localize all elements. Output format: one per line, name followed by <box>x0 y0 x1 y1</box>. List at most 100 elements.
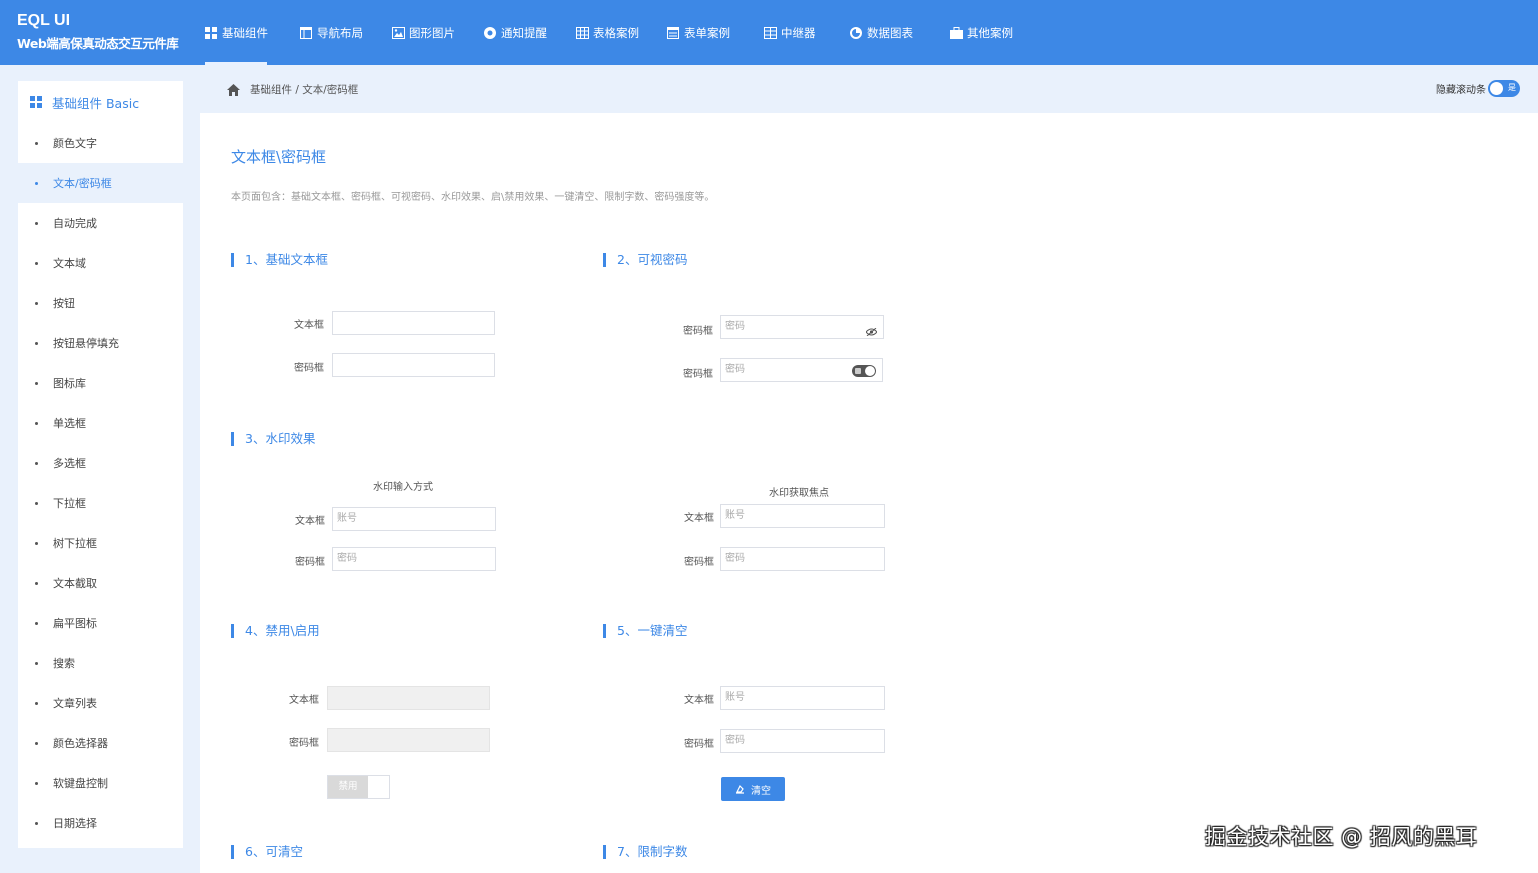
section-title: 7、限制字数 <box>603 844 687 860</box>
section-title: 4、禁用\启用 <box>231 623 320 639</box>
clearable-password-input[interactable]: 密码 <box>720 729 885 753</box>
layout-icon <box>300 26 312 39</box>
sidebar-item-textarea[interactable]: 文本域 <box>18 243 183 283</box>
sidebar-item-label: 按钮悬停填充 <box>53 337 119 350</box>
sidebar-item-select[interactable]: 下拉框 <box>18 483 183 523</box>
disable-toggle-button[interactable]: 禁用 <box>327 775 390 799</box>
field-label: 文本框 <box>684 513 714 524</box>
scroll-toggle[interactable]: 是 <box>1488 80 1520 97</box>
sidebar-item-checkbox[interactable]: 多选框 <box>18 443 183 483</box>
scroll-toggle-label: 隐藏滚动条 <box>1436 85 1486 96</box>
toggle-mark <box>855 368 861 374</box>
sidebar-item-label: 文本/密码框 <box>53 177 112 190</box>
field-label: 密码框 <box>684 557 714 568</box>
nav-item-basic[interactable]: 基础组件 <box>205 0 268 65</box>
input-placeholder: 密码 <box>337 553 357 564</box>
watermark-password-input[interactable]: 密码 <box>332 547 496 571</box>
clearable-text-input[interactable]: 账号 <box>720 686 885 710</box>
sidebar-item-autocomplete[interactable]: 自动完成 <box>18 203 183 243</box>
sidebar-item-label: 颜色文字 <box>53 137 97 150</box>
form-icon <box>667 26 679 39</box>
breadcrumb-bar: 基础组件 / 文本/密码框 隐藏滚动条 是 <box>200 65 1538 113</box>
sidebar-item-color-picker[interactable]: 颜色选择器 <box>18 723 183 763</box>
sidebar-item-label: 树下拉框 <box>53 537 97 550</box>
sidebar-item-text-truncate[interactable]: 文本截取 <box>18 563 183 603</box>
sidebar-item-date-picker[interactable]: 日期选择 <box>18 803 183 843</box>
sidebar-item-search[interactable]: 搜索 <box>18 643 183 683</box>
nav-item-repeater[interactable]: 中继器 <box>764 0 816 65</box>
section-title: 6、可清空 <box>231 844 303 860</box>
toggle-knob <box>1490 82 1503 95</box>
clear-button[interactable]: 清空 <box>721 777 785 801</box>
table-icon <box>576 26 589 39</box>
nav-item-notify[interactable]: 通知提醒 <box>484 0 547 65</box>
home-icon[interactable] <box>227 83 240 96</box>
sidebar-item-label: 软键盘控制 <box>53 777 108 790</box>
password-input[interactable] <box>332 353 495 377</box>
sidebar-item-icons[interactable]: 图标库 <box>18 363 183 403</box>
site-watermark: 掘金技术社区 @ 招风的黑耳 <box>1205 825 1478 849</box>
disabled-text-input[interactable] <box>327 686 490 710</box>
sidebar-item-label: 文本域 <box>53 257 86 270</box>
visible-password-input[interactable]: 密码 <box>720 315 884 339</box>
sidebar-item-tree-select[interactable]: 树下拉框 <box>18 523 183 563</box>
brand: EQL UI Web端高保真动态交互元件库 <box>17 11 179 53</box>
field-label: 文本框 <box>294 320 324 331</box>
input-placeholder: 密码 <box>725 321 745 332</box>
disable-button-label: 禁用 <box>328 776 368 798</box>
focus-watermark-password-input[interactable]: 密码 <box>720 547 885 571</box>
watermark-text-input[interactable]: 账号 <box>332 507 496 531</box>
disabled-password-input[interactable] <box>327 728 490 752</box>
toggle-state: 是 <box>1508 83 1516 92</box>
sidebar-item-text-password[interactable]: 文本/密码框 <box>18 163 183 203</box>
nav-label: 其他案例 <box>967 25 1013 40</box>
brand-title: EQL UI <box>17 12 71 29</box>
input-placeholder: 账号 <box>725 510 745 521</box>
eraser-icon <box>735 784 745 794</box>
sidebar-item-label: 单选框 <box>53 417 86 430</box>
field-label: 密码框 <box>289 738 319 749</box>
sidebar-item-label: 日期选择 <box>53 817 97 830</box>
nav-item-form[interactable]: 表单案例 <box>667 0 730 65</box>
sidebar-header[interactable]: 基础组件 Basic <box>18 81 183 123</box>
nav-label: 图形图片 <box>409 25 455 40</box>
sidebar-item-label: 下拉框 <box>53 497 86 510</box>
password-visibility-toggle[interactable] <box>852 365 876 377</box>
sidebar-item-soft-keyboard[interactable]: 软键盘控制 <box>18 763 183 803</box>
nav-item-layout[interactable]: 导航布局 <box>300 0 363 65</box>
sidebar-item-label: 文本截取 <box>53 577 97 590</box>
section-title: 2、可视密码 <box>603 252 687 268</box>
section-title: 5、一键清空 <box>603 623 687 639</box>
sidebar-item-label: 图标库 <box>53 377 86 390</box>
sidebar-item-flat-icons[interactable]: 扁平图标 <box>18 603 183 643</box>
nav-item-other[interactable]: 其他案例 <box>950 0 1013 65</box>
sidebar-header-label: 基础组件 Basic <box>52 95 140 111</box>
field-label: 文本框 <box>289 695 319 706</box>
field-label: 文本框 <box>684 695 714 706</box>
focus-watermark-text-input[interactable]: 账号 <box>720 504 885 528</box>
sidebar-item-article-list[interactable]: 文章列表 <box>18 683 183 723</box>
field-label: 密码框 <box>684 739 714 750</box>
eye-icon[interactable] <box>865 323 878 337</box>
sidebar-item-label: 自动完成 <box>53 217 97 230</box>
briefcase-icon <box>950 26 963 39</box>
nav-item-chart[interactable]: 数据图表 <box>850 0 913 65</box>
grid-icon <box>205 26 217 39</box>
sidebar-item-button[interactable]: 按钮 <box>18 283 183 323</box>
section-title: 1、基础文本框 <box>231 252 328 268</box>
page-description: 本页面包含：基础文本框、密码框、可视密码、水印效果、启\禁用效果、一键清空、限制… <box>231 192 715 203</box>
field-label: 密码框 <box>683 369 713 380</box>
sidebar-item-radio[interactable]: 单选框 <box>18 403 183 443</box>
nav-item-table[interactable]: 表格案例 <box>576 0 639 65</box>
toggle-password-input[interactable]: 密码 <box>720 358 883 382</box>
clear-button-label: 清空 <box>751 785 771 797</box>
text-input[interactable] <box>332 311 495 335</box>
bell-icon <box>484 26 496 39</box>
nav-item-image[interactable]: 图形图片 <box>392 0 455 65</box>
nav-label: 表格案例 <box>593 25 639 40</box>
field-label: 密码框 <box>294 363 324 374</box>
nav-label: 基础组件 <box>222 25 268 40</box>
sidebar-item-color-text[interactable]: 颜色文字 <box>18 123 183 163</box>
sidebar-item-button-hover[interactable]: 按钮悬停填充 <box>18 323 183 363</box>
image-icon <box>392 26 405 39</box>
